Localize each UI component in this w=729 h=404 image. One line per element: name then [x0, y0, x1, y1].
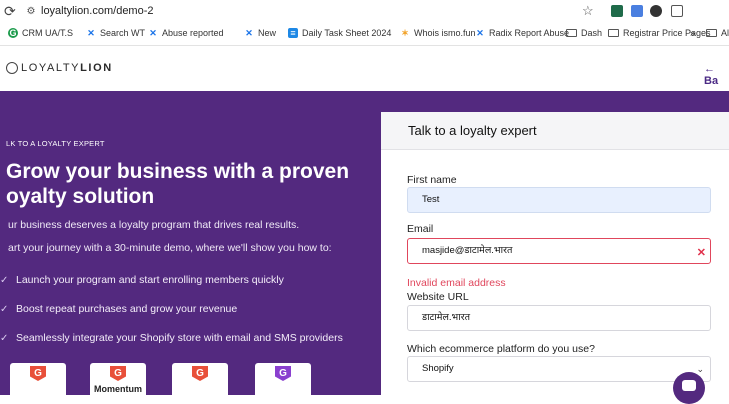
- benefit-item: ✓ Launch your program and start enrollin…: [0, 274, 284, 286]
- bookmark-folder[interactable]: Dash: [566, 28, 602, 38]
- bookmark-folder[interactable]: Registrar Price Pages: [608, 28, 711, 38]
- bookmark-label: Search WT: [100, 28, 146, 38]
- bookmark-label: CRM UA/T.S: [22, 28, 74, 38]
- bookmark-favicon-icon: ✕: [476, 28, 484, 38]
- bookmark-label: Registrar Price Pages: [623, 28, 711, 38]
- bookmark-favicon-icon: ≡: [288, 28, 298, 38]
- benefit-text: Launch your program and start enrolling …: [16, 274, 284, 286]
- bookmark-item[interactable]: ✕ Abuse reported: [148, 28, 224, 38]
- email-field[interactable]: masjide@डाटामेल.भारत ✕: [407, 238, 711, 264]
- g2-logo-icon: G: [275, 366, 291, 381]
- error-icon: ✕: [696, 247, 706, 259]
- bookmark-item[interactable]: ✕ Radix Report Abuse: [475, 28, 569, 38]
- folder-icon: [566, 29, 577, 37]
- g2-badge: G: [255, 363, 311, 395]
- form-title: Talk to a loyalty expert: [408, 123, 537, 138]
- bookmark-favicon-icon: ✕: [87, 28, 95, 38]
- bookmark-item[interactable]: ✕ New: [244, 28, 276, 38]
- email-label: Email: [407, 223, 434, 235]
- bookmarks-bar: G CRM UA/T.S ✕ Search WT ✕ Abuse reported ✕…: [0, 24, 729, 46]
- benefit-item: ✓ Seamlessly integrate your Shopify stor…: [0, 332, 343, 344]
- first-name-label: First name: [407, 174, 457, 186]
- bookmark-star-icon[interactable]: ☆: [582, 3, 594, 19]
- folder-icon: [706, 29, 717, 37]
- email-error-message: Invalid email address: [407, 277, 506, 289]
- bookmark-favicon-icon: G: [8, 28, 18, 38]
- g2-logo-icon: G: [192, 366, 208, 381]
- g2-badge: G: [172, 363, 228, 395]
- bookmark-favicon-icon: ✕: [149, 28, 157, 38]
- extensions-puzzle-icon[interactable]: [671, 5, 683, 17]
- platform-selected-value: Shopify: [422, 363, 454, 374]
- chat-bubble-icon: [682, 380, 696, 391]
- chat-launcher-button[interactable]: [673, 372, 705, 404]
- bookmark-label: Dash: [581, 28, 603, 38]
- g2-logo-icon: G: [110, 366, 126, 381]
- platform-select[interactable]: Shopify ⌄: [407, 356, 711, 382]
- bookmark-item[interactable]: ✶ Whois ismo.fun: [400, 28, 476, 38]
- back-link[interactable]: ← Ba: [704, 63, 729, 87]
- bookmark-label: Radix Report Abuse: [489, 28, 570, 38]
- bookmark-label: Whois ismo.fun: [414, 28, 476, 38]
- bookmark-label: New: [258, 28, 277, 38]
- benefit-item: ✓ Boost repeat purchases and grow your r…: [0, 303, 237, 315]
- check-icon: ✓: [0, 303, 9, 315]
- browser-address-bar: ⟳ ⚙ loyaltylion.com/demo-2 ☆: [0, 0, 729, 24]
- bookmark-label: All: [721, 28, 729, 38]
- form-header: Talk to a loyalty expert: [381, 112, 729, 150]
- email-value: masjide@डाटामेल.भारत: [422, 245, 513, 256]
- check-icon: ✓: [0, 332, 9, 344]
- benefit-text: Boost repeat purchases and grow your rev…: [16, 303, 238, 315]
- bookmark-folder[interactable]: All: [706, 28, 729, 38]
- lion-logo-icon: [6, 62, 18, 74]
- badge-text: Momentum: [94, 384, 142, 394]
- extension-icon[interactable]: [650, 5, 662, 17]
- bookmark-label: Abuse reported: [162, 28, 224, 38]
- logo[interactable]: LOYALTY LION: [6, 62, 113, 74]
- bookmarks-overflow-button[interactable]: »: [690, 28, 695, 38]
- g2-logo-icon: G: [30, 366, 46, 381]
- check-icon: ✓: [0, 274, 9, 286]
- folder-icon: [608, 29, 619, 37]
- g2-badge: G Momentum: [90, 363, 146, 395]
- url-input[interactable]: loyaltylion.com/demo-2: [41, 5, 154, 17]
- demo-form-card: Talk to a loyalty expert First name Test…: [381, 112, 729, 395]
- hero-headline: Grow your business with a proven oyalty …: [6, 159, 366, 209]
- platform-label: Which ecommerce platform do you use?: [407, 343, 595, 355]
- headline-line: Grow your business with a proven: [6, 160, 350, 183]
- extension-icon[interactable]: [631, 5, 643, 17]
- headline-line: oyalty solution: [6, 185, 155, 208]
- benefit-text: Seamlessly integrate your Shopify store …: [16, 332, 343, 344]
- bookmark-favicon-icon: ✶: [401, 28, 409, 38]
- bookmark-item[interactable]: G CRM UA/T.S: [8, 28, 73, 38]
- site-info-icon[interactable]: ⚙: [23, 4, 39, 19]
- website-url-field[interactable]: डाटामेल.भारत: [407, 305, 711, 331]
- website-url-label: Website URL: [407, 291, 469, 303]
- bookmark-favicon-icon: ✕: [245, 28, 253, 38]
- bookmark-item[interactable]: ✕ Search WT: [86, 28, 145, 38]
- logo-text-bold: LION: [80, 62, 113, 74]
- reload-icon[interactable]: ⟳: [4, 3, 16, 20]
- site-header: LOYALTY LION ← Ba: [0, 47, 729, 91]
- hero-subtext: art your journey with a 30-minute demo, …: [8, 242, 332, 254]
- hero-subtext: ur business deserves a loyalty program t…: [8, 219, 300, 231]
- logo-text: LOYALTY: [21, 62, 81, 74]
- bookmark-label: Daily Task Sheet 2024: [302, 28, 392, 38]
- g2-badge: G: [10, 363, 66, 395]
- overflow-label: »: [690, 28, 696, 38]
- eyebrow-text: LK TO A LOYALTY EXPERT: [6, 139, 105, 148]
- bookmark-item[interactable]: ≡ Daily Task Sheet 2024: [288, 28, 391, 38]
- first-name-field[interactable]: Test: [407, 187, 711, 213]
- extension-icon[interactable]: [611, 5, 623, 17]
